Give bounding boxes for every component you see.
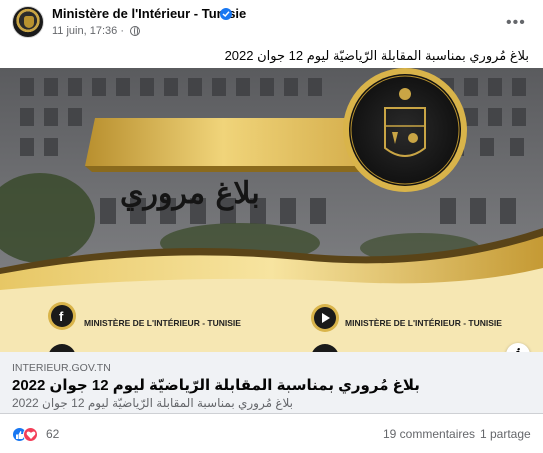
page-avatar[interactable]	[12, 6, 44, 38]
youtube-label: MINISTÈRE DE L'INTÉRIEUR - TUNISIE	[345, 318, 502, 328]
link-domain: INTERIEUR.GOV.TN	[12, 362, 111, 374]
link-description: بلاغ مُروري بمناسبة المقابلة الرّياضيّة …	[12, 396, 294, 410]
love-icon	[23, 427, 38, 442]
shares-count[interactable]: 1 partage	[480, 427, 531, 441]
post-image[interactable]: f بلاغ مروري MINISTÈRE DE L'INTÉRIEUR - …	[0, 68, 543, 352]
facebook-label: MINISTÈRE DE L'INTÉRIEUR - TUNISIE	[84, 318, 241, 328]
link-preview[interactable]: INTERIEUR.GOV.TN بلاغ مُروري بمناسبة الم…	[0, 352, 543, 414]
post-meta: 11 juin, 17:36 ·	[52, 25, 141, 37]
more-options-icon[interactable]: •••	[506, 14, 526, 32]
globe-icon[interactable]	[130, 26, 141, 37]
emblem-icon	[24, 16, 34, 28]
post-timestamp[interactable]: 11 juin, 17:36	[52, 25, 117, 37]
comments-count[interactable]: 19 commentaires	[383, 427, 475, 441]
verified-badge-icon	[220, 8, 232, 20]
facebook-post: Ministère de l'Intérieur - Tunisie 11 ju…	[0, 0, 543, 453]
banner-graphic: f	[0, 68, 543, 352]
link-title[interactable]: بلاغ مُروري بمناسبة المقابلة الرّياضيّة …	[12, 376, 420, 394]
post-author[interactable]: Ministère de l'Intérieur - Tunisie	[52, 6, 246, 21]
post-caption: بلاغ مُروري بمناسبة المقابلة الرّياضيّة …	[224, 48, 529, 63]
svg-text:f: f	[59, 309, 64, 324]
reaction-count[interactable]: 62	[46, 427, 59, 441]
banner-headline: بلاغ مروري	[120, 176, 260, 211]
